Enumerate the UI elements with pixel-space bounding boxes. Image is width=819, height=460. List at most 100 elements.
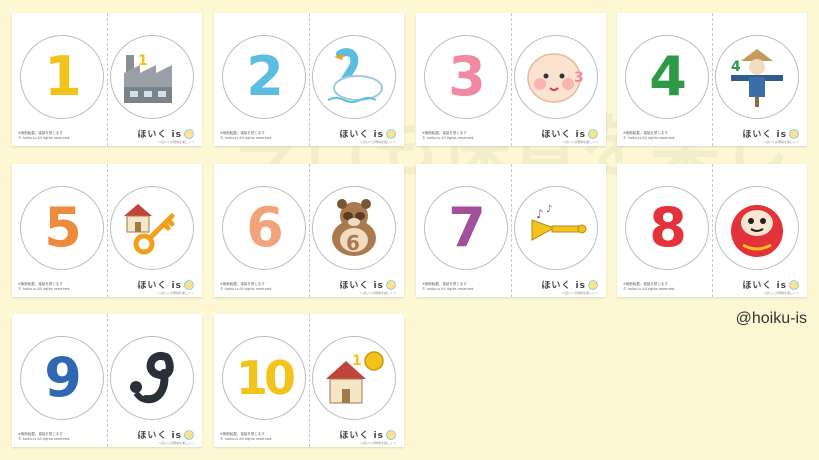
brand-logo: ほいく is: [339, 127, 396, 140]
number-card: 5 ※無断転載、複製を禁じます © hoiku-is All rights re…: [12, 164, 202, 297]
house-coin-icon: 1: [322, 349, 386, 407]
picture-circle: 4: [715, 35, 799, 119]
brand-tagline: 〜ほいくの現場を楽しく〜: [359, 291, 396, 295]
brand-name: ほいく is: [541, 281, 586, 291]
copyright: ※無断転載、複製を禁じます © hoiku-is All rights rese…: [422, 131, 482, 141]
fold-line: [309, 314, 310, 447]
copyright: ※無断転載、複製を禁じます © hoiku-is All rights rese…: [623, 282, 683, 292]
numeral: 7: [448, 196, 486, 259]
brand-name: ほいく is: [339, 431, 384, 441]
copyright: ※無断転載、複製を禁じます © hoiku-is All rights rese…: [220, 282, 280, 292]
brand-tagline: 〜ほいくの現場を楽しく〜: [157, 441, 194, 445]
numeral: 3: [448, 45, 486, 108]
brand-name: ほいく is: [541, 130, 586, 140]
copyright: ※無断転載、複製を禁じます © hoiku-is All rights rese…: [623, 131, 683, 141]
copyright-line: © hoiku-is All rights reserved.: [422, 286, 475, 291]
fold-line: [309, 13, 310, 146]
fold-line: [511, 164, 512, 297]
copyright-line: © hoiku-is All rights reserved.: [623, 286, 676, 291]
brand-name: ほいく is: [339, 130, 384, 140]
picture-circle: [110, 186, 194, 270]
picture-circle: 1: [312, 336, 396, 420]
brand-tagline: 〜ほいくの現場を楽しく〜: [157, 140, 194, 144]
brand-logo: ほいく is: [742, 278, 799, 291]
picture-circle: 3: [514, 35, 598, 119]
number-card: 6 6 ※無断転載、複製を禁じます © hoiku-is All rights …: [214, 164, 404, 297]
brand-heart-icon: [386, 128, 396, 139]
svg-text:3: 3: [574, 70, 584, 86]
copyright-line: © hoiku-is All rights reserved.: [220, 135, 273, 140]
fold-line: [511, 13, 512, 146]
svg-text:♪: ♪: [536, 207, 544, 221]
account-handle: @hoiku-is: [735, 310, 807, 327]
brand-tagline: 〜ほいくの現場を楽しく〜: [359, 140, 396, 144]
copyright: ※無断転載、複製を禁じます © hoiku-is All rights rese…: [18, 282, 78, 292]
brand-heart-icon: [588, 128, 598, 139]
numeral: 2: [246, 45, 284, 108]
number-card: 3 3 ※無断転載、複製を禁じます © hoiku-is All rights …: [416, 13, 606, 146]
fold-line: [309, 164, 310, 297]
number-card: 7 ♪ ♪ ※無断転載、複製を禁じます © hoiku-is All right…: [416, 164, 606, 297]
svg-text:6: 6: [346, 231, 360, 255]
brand-name: ほいく is: [137, 130, 182, 140]
numeral: 5: [44, 196, 82, 259]
number-card: 4 4 ※無断転載、複製を禁じます © hoiku-is All rights …: [617, 13, 807, 146]
brand-name: ほいく is: [137, 431, 182, 441]
number-card: 1 1 ※無断転載、複製を禁じます © hoiku-is All rights …: [12, 13, 202, 146]
tanuki-icon: 6: [322, 198, 386, 258]
brand-heart-icon: [386, 279, 396, 290]
fold-line: [712, 164, 713, 297]
svg-text:1: 1: [352, 353, 362, 369]
brand-tagline: 〜ほいくの現場を楽しく〜: [762, 140, 799, 144]
number-circle: 4: [625, 35, 709, 119]
number-circle: 5: [20, 186, 104, 270]
brand-logo: ほいく is: [137, 127, 194, 140]
picture-circle: ♪ ♪: [514, 186, 598, 270]
number-circle: 8: [625, 186, 709, 270]
brand-logo: ほいく is: [339, 278, 396, 291]
svg-text:4: 4: [731, 59, 741, 75]
copyright: ※無断転載、複製を禁じます © hoiku-is All rights rese…: [422, 282, 482, 292]
svg-text:♪: ♪: [546, 204, 552, 215]
fold-line: [107, 314, 108, 447]
copyright: ※無断転載、複製を禁じます © hoiku-is All rights rese…: [220, 131, 280, 141]
scarecrow-icon: 4: [725, 47, 789, 107]
copyright-line: © hoiku-is All rights reserved.: [18, 436, 71, 441]
brand-logo: ほいく is: [742, 127, 799, 140]
brand-heart-icon: [386, 429, 396, 440]
brand-heart-icon: [184, 128, 194, 139]
brand-heart-icon: [588, 279, 598, 290]
number-card: 2 ※無断転載、複製を禁じます © hoiku-is All rights re…: [214, 13, 404, 146]
brand-tagline: 〜ほいくの現場を楽しく〜: [561, 140, 598, 144]
picture-circle: [715, 186, 799, 270]
copyright-line: © hoiku-is All rights reserved.: [220, 286, 273, 291]
brand-tagline: 〜ほいくの現場を楽しく〜: [561, 291, 598, 295]
copyright-line: © hoiku-is All rights reserved.: [623, 135, 676, 140]
brand-heart-icon: [184, 279, 194, 290]
brand-logo: ほいく is: [541, 127, 598, 140]
daruma-icon: [725, 197, 789, 259]
copyright: ※無断転載、複製を禁じます © hoiku-is All rights rese…: [18, 432, 78, 442]
number-circle: 6: [222, 186, 306, 270]
brand-logo: ほいく is: [137, 278, 194, 291]
number-circle: 3: [424, 35, 508, 119]
brand-heart-icon: [789, 128, 799, 139]
svg-text:1: 1: [138, 53, 148, 69]
number-circle: 7: [424, 186, 508, 270]
numeral: 6: [246, 196, 284, 259]
brand-logo: ほいく is: [541, 278, 598, 291]
picture-circle: [312, 35, 396, 119]
brand-name: ほいく is: [137, 281, 182, 291]
brand-logo: ほいく is: [339, 428, 396, 441]
brand-logo: ほいく is: [137, 428, 194, 441]
picture-circle: [110, 336, 194, 420]
numeral: 10: [235, 351, 296, 405]
brand-tagline: 〜ほいくの現場を楽しく〜: [359, 441, 396, 445]
brand-tagline: 〜ほいくの現場を楽しく〜: [762, 291, 799, 295]
swan-icon: [322, 48, 386, 106]
number-card: 8 ※無断転載、複製を禁じます © hoiku-is All rights re…: [617, 164, 807, 297]
numeral: 9: [44, 346, 82, 409]
brand-name: ほいく is: [339, 281, 384, 291]
copyright-line: © hoiku-is All rights reserved.: [18, 135, 71, 140]
brand-heart-icon: [789, 279, 799, 290]
